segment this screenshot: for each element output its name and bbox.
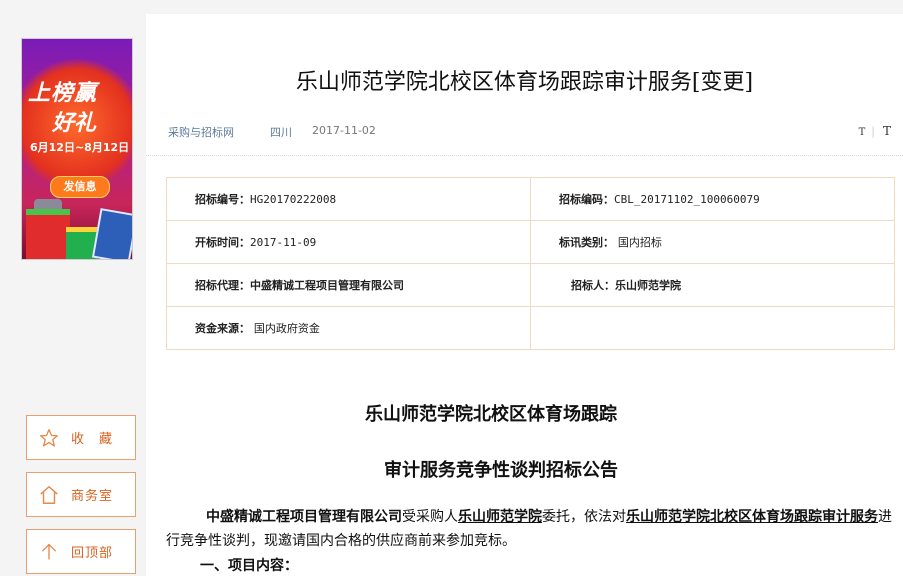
banner-send-info-button[interactable]: 发信息: [50, 176, 110, 198]
font-size-divider: |: [871, 125, 875, 138]
table-row: 开标时间：2017-11-09 标讯类别： 国内招标: [166, 220, 895, 264]
funding-label: 资金来源：: [195, 322, 250, 335]
section-heading: 一、项目内容：: [200, 558, 298, 574]
bid-code-value: CBL_20171102_100060079: [614, 193, 760, 206]
info-cell: 招标代理：中盛精诚工程项目管理有限公司: [166, 263, 531, 307]
bid-number-label: 招标编号：: [195, 193, 250, 206]
info-cell-empty: [530, 306, 895, 350]
banner-headline: 上榜赢: [28, 81, 98, 106]
table-row: 招标编号：HG20170222008 招标编码：CBL_20171102_100…: [166, 177, 895, 221]
banner-dates: 6月12日~8月12日: [30, 141, 130, 154]
agent-value: 中盛精诚工程项目管理有限公司: [250, 279, 404, 292]
info-cell: 招标编码：CBL_20171102_100060079: [530, 177, 895, 221]
table-row: 招标代理：中盛精诚工程项目管理有限公司 招标人：乐山师范学院: [166, 263, 895, 307]
business-room-label: 商务室: [71, 489, 114, 504]
star-icon: [27, 428, 71, 448]
header-divider: [146, 155, 903, 156]
notice-paragraph: 中盛精诚工程项目管理有限公司受采购人乐山师范学院委托，依法对乐山师范学院北校区体…: [166, 505, 896, 553]
purchaser-name: 乐山师范学院: [458, 509, 542, 525]
body-text: 委托，依法对: [542, 509, 626, 525]
favorite-label: 收 藏: [71, 432, 114, 447]
region-link[interactable]: 四川: [270, 124, 292, 140]
favorite-button[interactable]: 收 藏: [26, 415, 136, 460]
promo-banner[interactable]: 上榜赢 好礼 6月12日~8月12日 发信息: [21, 38, 133, 260]
info-cell: 招标编号：HG20170222008: [166, 177, 531, 221]
project-name: 乐山师范学院北校区体育场跟踪审计服务: [626, 509, 878, 525]
source-link[interactable]: 采购与招标网: [168, 124, 234, 140]
publish-date: 2017-11-02: [312, 124, 376, 137]
back-to-top-button[interactable]: 回顶部: [26, 529, 136, 574]
bid-number-value: HG20170222008: [250, 193, 337, 206]
info-cell: 开标时间：2017-11-09: [166, 220, 531, 264]
page-title: 乐山师范学院北校区体育场跟踪审计服务[变更]: [295, 70, 754, 95]
info-cell: 标讯类别： 国内招标: [530, 220, 895, 264]
business-room-button[interactable]: 商务室: [26, 472, 136, 517]
arrow-up-icon: [27, 542, 71, 562]
font-large-button[interactable]: T: [883, 124, 891, 138]
article-panel: 乐山师范学院北校区体育场跟踪审计服务[变更] 采购与招标网 四川 2017-11…: [146, 14, 903, 576]
font-size-controls: T | T: [851, 124, 891, 138]
category-value: 国内招标: [617, 236, 662, 249]
info-cell: 招标人：乐山师范学院: [530, 263, 895, 307]
gift-box-graphic: [26, 209, 70, 259]
tenderer-label: 招标人：: [571, 279, 615, 292]
category-label: 标讯类别：: [559, 236, 614, 249]
notice-heading-line1: 乐山师范学院北校区体育场跟踪: [365, 404, 617, 425]
tender-info-table: 招标编号：HG20170222008 招标编码：CBL_20171102_100…: [166, 177, 895, 350]
bid-code-label: 招标编码：: [559, 193, 614, 206]
tenderer-value: 乐山师范学院: [615, 279, 681, 292]
open-time-label: 开标时间：: [195, 236, 250, 249]
body-text: 受采购人: [402, 509, 458, 525]
funding-value: 国内政府资金: [253, 322, 320, 335]
home-icon: [27, 484, 71, 506]
agent-label: 招标代理：: [195, 279, 250, 292]
agent-name: 中盛精诚工程项目管理有限公司: [206, 509, 402, 525]
table-row: 资金来源： 国内政府资金: [166, 306, 895, 350]
info-cell: 资金来源： 国内政府资金: [166, 306, 531, 350]
banner-subheadline: 好礼: [52, 111, 97, 136]
notice-heading-line2: 审计服务竞争性谈判招标公告: [384, 460, 618, 481]
font-small-button[interactable]: T: [859, 127, 866, 138]
back-to-top-label: 回顶部: [71, 546, 114, 561]
tablet-graphic: [91, 208, 132, 259]
open-time-value: 2017-11-09: [250, 236, 317, 249]
